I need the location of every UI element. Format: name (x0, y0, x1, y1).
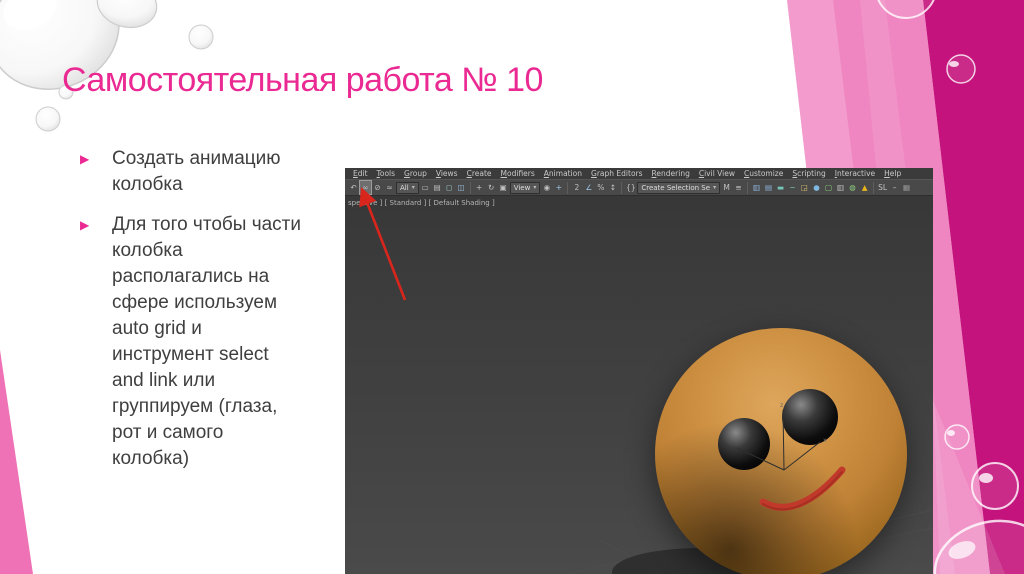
use-pivot-center-icon[interactable]: ◉ (541, 181, 552, 194)
toolbar: ↶ ∞ ⊘ ≈ All ▾ ▭ ▤ ◻ ◫ + ↻ ▣ View ▾ ◉ +2 ∠% ↕{} Create Selec… (345, 179, 933, 196)
menu-help[interactable]: Help (884, 169, 901, 178)
menu-customize[interactable]: Customize (744, 169, 783, 178)
warning-icon[interactable]: ▲ (859, 181, 870, 194)
menu-animation[interactable]: Animation (544, 169, 582, 178)
menu-civil-view[interactable]: Civil View (699, 169, 735, 178)
chevron-down-icon: ▾ (713, 184, 717, 191)
viewport: spective ] [ Standard ] [ Default Shadin… (345, 196, 933, 574)
gizmo-z-label: z (780, 402, 783, 409)
bind-to-space-warp-icon[interactable]: ≈ (384, 181, 395, 194)
bullet-item: ▶ Создать анимацию колобка (80, 146, 325, 198)
mirror-icon[interactable]: M (721, 181, 732, 194)
menu-rendering[interactable]: Rendering (652, 169, 690, 178)
rendered-frame-icon[interactable]: ▥ (835, 181, 846, 194)
select-and-link-icon[interactable]: ∞ (359, 180, 372, 195)
layer-explorer-icon[interactable]: ▤ (763, 181, 774, 194)
3dsmax-screenshot: Edit Tools Group Views Create Modifiers Animat… (345, 168, 933, 574)
bullet-text: Создать анимацию колобка (112, 148, 281, 195)
select-and-rotate-icon[interactable]: ↻ (486, 181, 497, 194)
chevron-down-icon: ▾ (411, 184, 415, 191)
bullet-list: ▶ Создать анимацию колобка ▶ Для того чт… (80, 146, 325, 486)
slide-title: Самостоятельная работа № 10 (62, 61, 543, 99)
menu-scripting[interactable]: Scripting (792, 169, 825, 178)
menu-modifiers[interactable]: Modifiers (501, 169, 535, 178)
angle-snap-icon[interactable]: ∠ (583, 181, 594, 194)
select-by-name-icon[interactable]: ▤ (432, 181, 443, 194)
select-and-manipulate-icon[interactable]: + (553, 181, 564, 194)
rect-selection-region-icon[interactable]: ◻ (444, 181, 455, 194)
align-icon[interactable]: ≡ (733, 181, 744, 194)
bullet-text: Для того чтобы части колобка располагали… (112, 214, 301, 469)
select-object-icon[interactable]: ▭ (420, 181, 431, 194)
spinner-snap-icon[interactable]: ↕ (607, 181, 618, 194)
render-setup-icon[interactable]: ▢ (823, 181, 834, 194)
kolobok-smile (759, 466, 846, 511)
percent-snap-icon[interactable]: % (595, 181, 606, 194)
face-overlay: z x (736, 402, 846, 511)
toolbar-separator (469, 181, 471, 194)
scene-explorer-icon[interactable]: ▥ (751, 181, 762, 194)
chevron-down-icon: ▾ (533, 184, 537, 191)
named-selection-sets-dropdown[interactable]: Create Selection Se ▾ (637, 181, 721, 194)
ribbon-toggle-icon[interactable]: ▬ (775, 181, 786, 194)
unlink-selection-icon[interactable]: ⊘ (372, 181, 383, 194)
toolbar-separator (567, 181, 569, 194)
menu-group[interactable]: Group (404, 169, 427, 178)
selection-filter-dropdown[interactable]: All ▾ (396, 181, 419, 194)
menu-create[interactable]: Create (467, 169, 492, 178)
viewport-label: spective ] [ Standard ] [ Default Shadin… (348, 199, 495, 207)
window-crossing-icon[interactable]: ◫ (456, 181, 467, 194)
menu-tools[interactable]: Tools (377, 169, 395, 178)
gizmo-x-label: x (823, 437, 827, 444)
select-and-scale-icon[interactable]: ▣ (498, 181, 509, 194)
toolbar-separator (747, 181, 749, 194)
edit-named-selection-sets-icon[interactable]: {} (625, 181, 636, 194)
bullet-marker-icon: ▶ (80, 152, 90, 166)
presentation-slide: Самостоятельная работа № 10 ▶ Создать ан… (0, 0, 1024, 574)
menu-interactive[interactable]: Interactive (835, 169, 875, 178)
toolbar-separator (621, 181, 623, 194)
menu-bar: Edit Tools Group Views Create Modifiers Animat… (345, 168, 933, 179)
schematic-view-icon[interactable]: ◲ (799, 181, 810, 194)
bullet-item: ▶ Для того чтобы части колобка располага… (80, 212, 325, 472)
menu-graph-editors[interactable]: Graph Editors (591, 169, 643, 178)
sl-badge-icon[interactable]: SL (877, 181, 888, 194)
menu-edit[interactable]: Edit (353, 169, 368, 178)
undo-icon[interactable]: ↶ (348, 181, 359, 194)
dash-icon[interactable]: – (889, 181, 900, 194)
render-production-icon[interactable]: ◍ (847, 181, 858, 194)
curve-editor-icon[interactable]: ~ (787, 181, 798, 194)
toolbar-separator (873, 181, 875, 194)
end-box-icon[interactable]: ▦ (901, 181, 912, 194)
snap-toggle-2d-icon[interactable]: 2 (571, 181, 582, 194)
select-and-move-icon[interactable]: + (474, 181, 485, 194)
reference-coordinate-dropdown[interactable]: View ▾ (509, 181, 541, 194)
material-editor-icon[interactable]: ● (811, 181, 822, 194)
axis-gizmo (736, 409, 821, 471)
menu-views[interactable]: Views (436, 169, 458, 178)
bullet-marker-icon: ▶ (80, 218, 90, 232)
